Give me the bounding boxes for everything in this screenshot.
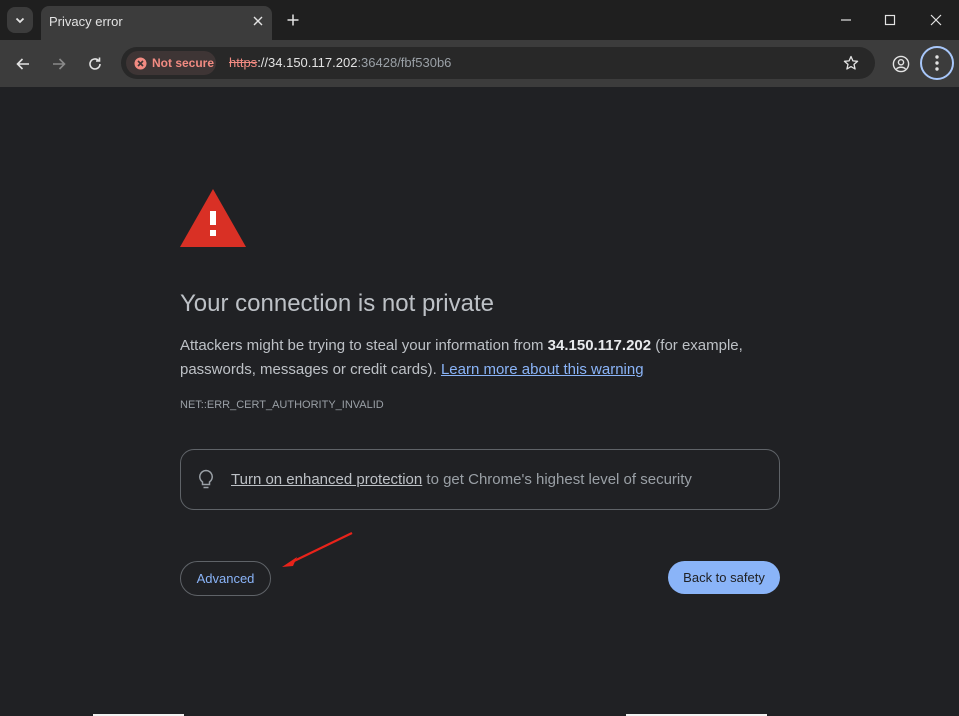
interstitial-page: Your connection is not private Attackers… <box>0 87 959 716</box>
enhanced-protection-text: Turn on enhanced protection to get Chrom… <box>231 471 692 488</box>
forward-icon <box>53 58 66 70</box>
security-chip-label: Not secure <box>152 56 215 70</box>
close-window-button[interactable] <box>922 6 950 34</box>
chevron-down-icon <box>15 17 25 24</box>
lightbulb-icon <box>199 469 213 489</box>
close-icon <box>253 16 263 26</box>
star-icon <box>843 55 859 70</box>
message-text-start: Attackers might be trying to steal your … <box>180 337 548 354</box>
browser-toolbar: Not secure https://34.150.117.202:36428/… <box>0 40 959 87</box>
maximize-icon <box>884 14 896 26</box>
chrome-menu-button[interactable] <box>920 46 954 80</box>
enhanced-protection-link[interactable]: Turn on enhanced protection <box>231 471 422 488</box>
back-to-safety-button[interactable]: Back to safety <box>668 561 780 594</box>
error-code: NET::ERR_CERT_AUTHORITY_INVALID <box>180 399 384 411</box>
reload-icon <box>89 57 101 70</box>
tab-close-button[interactable] <box>249 12 267 30</box>
enhanced-protection-rest: to get Chrome's highest level of securit… <box>422 471 692 488</box>
enhanced-protection-banner: Turn on enhanced protection to get Chrom… <box>180 449 780 510</box>
tab-strip: Privacy error <box>0 0 959 40</box>
back-button[interactable] <box>10 51 36 77</box>
advanced-button[interactable]: Advanced <box>180 561 271 596</box>
url-path: :36428/fbf530b6 <box>357 55 452 70</box>
plus-icon <box>287 14 299 26</box>
close-icon <box>930 14 942 26</box>
forward-button[interactable] <box>46 51 72 77</box>
warning-icon <box>180 189 246 247</box>
learn-more-link[interactable]: Learn more about this warning <box>441 361 644 378</box>
new-tab-button[interactable] <box>282 9 304 31</box>
page-title: Your connection is not private <box>180 290 494 317</box>
bookmark-button[interactable] <box>840 52 862 74</box>
site-host: 34.150.117.202 <box>547 337 652 354</box>
minimize-icon <box>841 19 851 21</box>
warning-circle-icon <box>134 57 147 69</box>
url-scheme: https <box>229 55 258 70</box>
security-chip[interactable]: Not secure <box>126 51 216 75</box>
address-bar[interactable]: Not secure https://34.150.117.202:36428/… <box>121 47 875 79</box>
url-text[interactable]: https://34.150.117.202:36428/fbf530b6 <box>229 55 451 70</box>
url-host: ://34.150.117.202 <box>257 55 358 70</box>
tab-privacy-error[interactable]: Privacy error <box>41 6 272 40</box>
annotation-arrow <box>282 532 353 567</box>
tab-title: Privacy error <box>49 14 123 29</box>
minimize-button[interactable] <box>832 6 860 34</box>
kebab-menu-icon <box>935 55 939 71</box>
tab-search-button[interactable] <box>7 7 33 33</box>
profile-button[interactable] <box>889 52 913 76</box>
main-message: Attackers might be trying to steal your … <box>180 334 780 382</box>
maximize-button[interactable] <box>876 6 904 34</box>
reload-button[interactable] <box>82 51 108 77</box>
profile-icon <box>892 55 910 73</box>
back-icon <box>16 58 29 70</box>
